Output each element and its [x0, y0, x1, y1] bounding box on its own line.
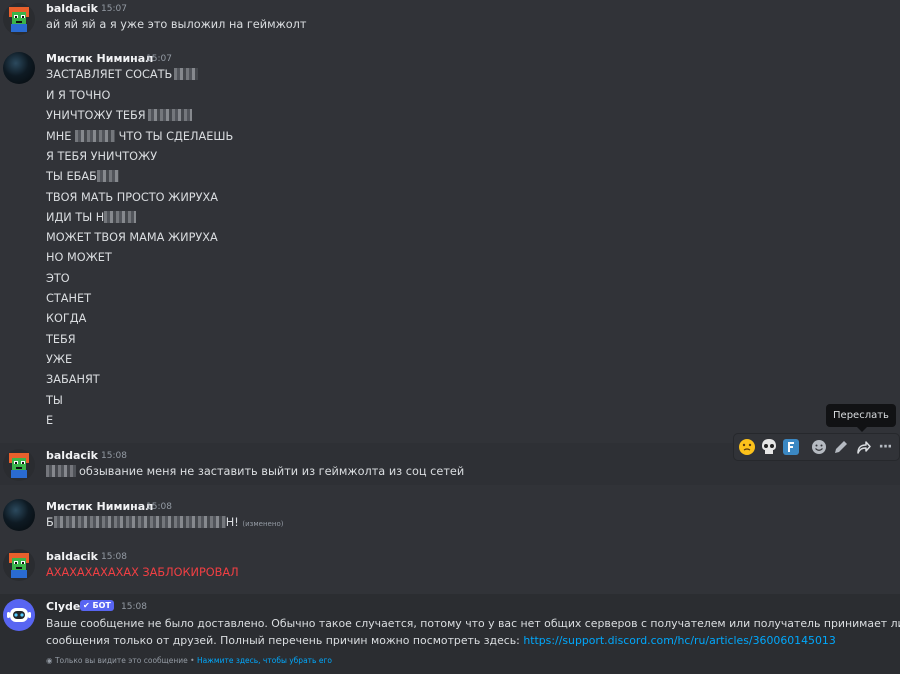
add-reaction-icon	[812, 440, 826, 454]
message-mystic-2: Мистик Ниминал 15:08 Б Н! (изменено)	[0, 495, 900, 535]
line-text: обзывание меня не заставить выйти из гей…	[79, 465, 465, 478]
message-line: ИДИ ТЫ Н	[46, 211, 137, 225]
avatar[interactable]	[3, 549, 35, 581]
forward-icon	[857, 441, 871, 454]
ephemeral-notice: ◉ Только вы видите это сообщение • Нажми…	[46, 656, 332, 665]
timestamp: 15:08	[121, 602, 147, 612]
message-baldacik-1: baldacik 15:07 ай яй яй а я уже это выло…	[0, 0, 900, 40]
message-line: Е	[46, 414, 54, 427]
f-emoji-icon	[783, 439, 799, 455]
censored-blur	[46, 465, 76, 477]
avatar[interactable]	[3, 449, 35, 481]
censored-blur	[74, 130, 115, 142]
censored-blur	[53, 516, 226, 528]
message-line: СТАНЕТ	[46, 292, 92, 305]
line-text: Н!	[225, 516, 239, 529]
message-line: ТЕБЯ	[46, 333, 76, 346]
avatar[interactable]	[3, 52, 35, 84]
edited-label: (изменено)	[242, 520, 284, 528]
skull-emoji-icon	[762, 439, 776, 454]
system-message-line: Ваше сообщение не было доставлено. Обычн…	[46, 617, 900, 630]
line-text: ТЫ ЕБАБ	[46, 170, 97, 183]
forward-tooltip: Переслать	[826, 404, 896, 432]
line-text: Б	[46, 516, 54, 529]
message-line: И Я ТОЧНО	[46, 89, 111, 102]
message-line: УЖЕ	[46, 353, 73, 366]
bot-badge: ✔ БОТ	[80, 600, 114, 611]
system-message-line: сообщения только от друзей. Полный переч…	[46, 634, 836, 648]
support-link[interactable]: https://support.discord.com/hc/ru/articl…	[523, 634, 835, 647]
censored-blur	[104, 211, 137, 223]
line-text: МНЕ	[46, 130, 72, 143]
skull-emoji-reaction[interactable]	[759, 437, 779, 457]
dismiss-link[interactable]: Нажмите здесь, чтобы убрать его	[197, 656, 332, 665]
message-text: ай яй яй а я уже это выложил на геймжолт	[46, 18, 307, 31]
message-line: Б Н! (изменено)	[46, 516, 283, 531]
message-line: МНЕ ЧТО ТЫ СДЕЛАЕШЬ	[46, 130, 233, 144]
message-clyde: Clyde ✔ БОТ 15:08 Ваше сообщение не было…	[0, 594, 900, 674]
timestamp: 15:07	[101, 4, 127, 14]
thinking-emoji-icon	[739, 439, 755, 455]
censored-blur	[174, 68, 199, 80]
thinking-emoji-reaction[interactable]	[737, 437, 757, 457]
message-line: обзывание меня не заставить выйти из гей…	[46, 465, 464, 479]
message-line: ТВОЯ МАТЬ ПРОСТО ЖИРУХА	[46, 191, 218, 204]
message-baldacik-3: baldacik 15:08 АХАХАХАХАХАХ ЗАБЛОКИРОВАЛ	[0, 545, 900, 587]
censored-blur	[147, 109, 192, 121]
message-mystic-1: Мистик Ниминал 15:07 ЗАСТАВЛЯЕТ СОСАТЬ И…	[0, 50, 900, 435]
avatar[interactable]	[3, 3, 35, 35]
line-text: УНИЧТОЖУ ТЕБЯ	[46, 109, 146, 122]
message-line: ТЫ ЕБАБ	[46, 170, 119, 184]
message-line: МОЖЕТ ТВОЯ МАМА ЖИРУХА	[46, 231, 218, 244]
baldacik-avatar-image	[9, 7, 29, 32]
avatar[interactable]	[3, 499, 35, 531]
more-options-button[interactable]: ···	[875, 437, 895, 457]
line-text: ИДИ ТЫ Н	[46, 211, 105, 224]
author-name[interactable]: Clyde	[46, 600, 80, 613]
message-line: КОГДА	[46, 312, 87, 325]
timestamp: 15:08	[101, 552, 127, 562]
message-actions-toolbar: ···	[733, 433, 900, 461]
message-line: УНИЧТОЖУ ТЕБЯ	[46, 109, 192, 123]
forward-button[interactable]	[853, 437, 873, 457]
timestamp: 15:07	[146, 54, 172, 64]
line-text: сообщения только от друзей. Полный переч…	[46, 634, 520, 647]
line-text: ЧТО ТЫ СДЕЛАЕШЬ	[118, 130, 234, 143]
author-name[interactable]: baldacik	[46, 2, 98, 15]
f-emoji-reaction[interactable]	[781, 437, 801, 457]
message-line: ЗАБАНЯТ	[46, 373, 100, 386]
message-line: НО МОЖЕТ	[46, 251, 112, 264]
message-line: ЗАСТАВЛЯЕТ СОСАТЬ	[46, 68, 199, 82]
author-name[interactable]: baldacik	[46, 550, 98, 563]
censored-blur	[96, 170, 119, 182]
add-reaction-button[interactable]	[809, 437, 829, 457]
message-line: ЭТО	[46, 272, 70, 285]
author-name[interactable]: baldacik	[46, 449, 98, 462]
message-line: Я ТЕБЯ УНИЧТОЖУ	[46, 150, 158, 163]
line-text: ЗАСТАВЛЯЕТ СОСАТЬ	[46, 68, 173, 81]
message-line: ТЫ	[46, 394, 63, 407]
more-icon: ···	[878, 439, 893, 455]
message-text: АХАХАХАХАХАХ ЗАБЛОКИРОВАЛ	[46, 566, 239, 579]
eye-icon: ◉	[46, 656, 53, 665]
edit-icon	[835, 441, 847, 453]
baldacik-avatar-image	[9, 553, 29, 578]
notice-text: Только вы видите это сообщение •	[54, 656, 195, 665]
author-name[interactable]: Мистик Ниминал	[46, 500, 153, 513]
author-name[interactable]: Мистик Ниминал	[46, 52, 153, 65]
clyde-robot-icon	[7, 608, 31, 622]
edit-button[interactable]	[831, 437, 851, 457]
timestamp: 15:08	[146, 502, 172, 512]
timestamp: 15:08	[101, 451, 127, 461]
baldacik-avatar-image	[9, 453, 29, 478]
clyde-avatar[interactable]	[3, 599, 35, 631]
